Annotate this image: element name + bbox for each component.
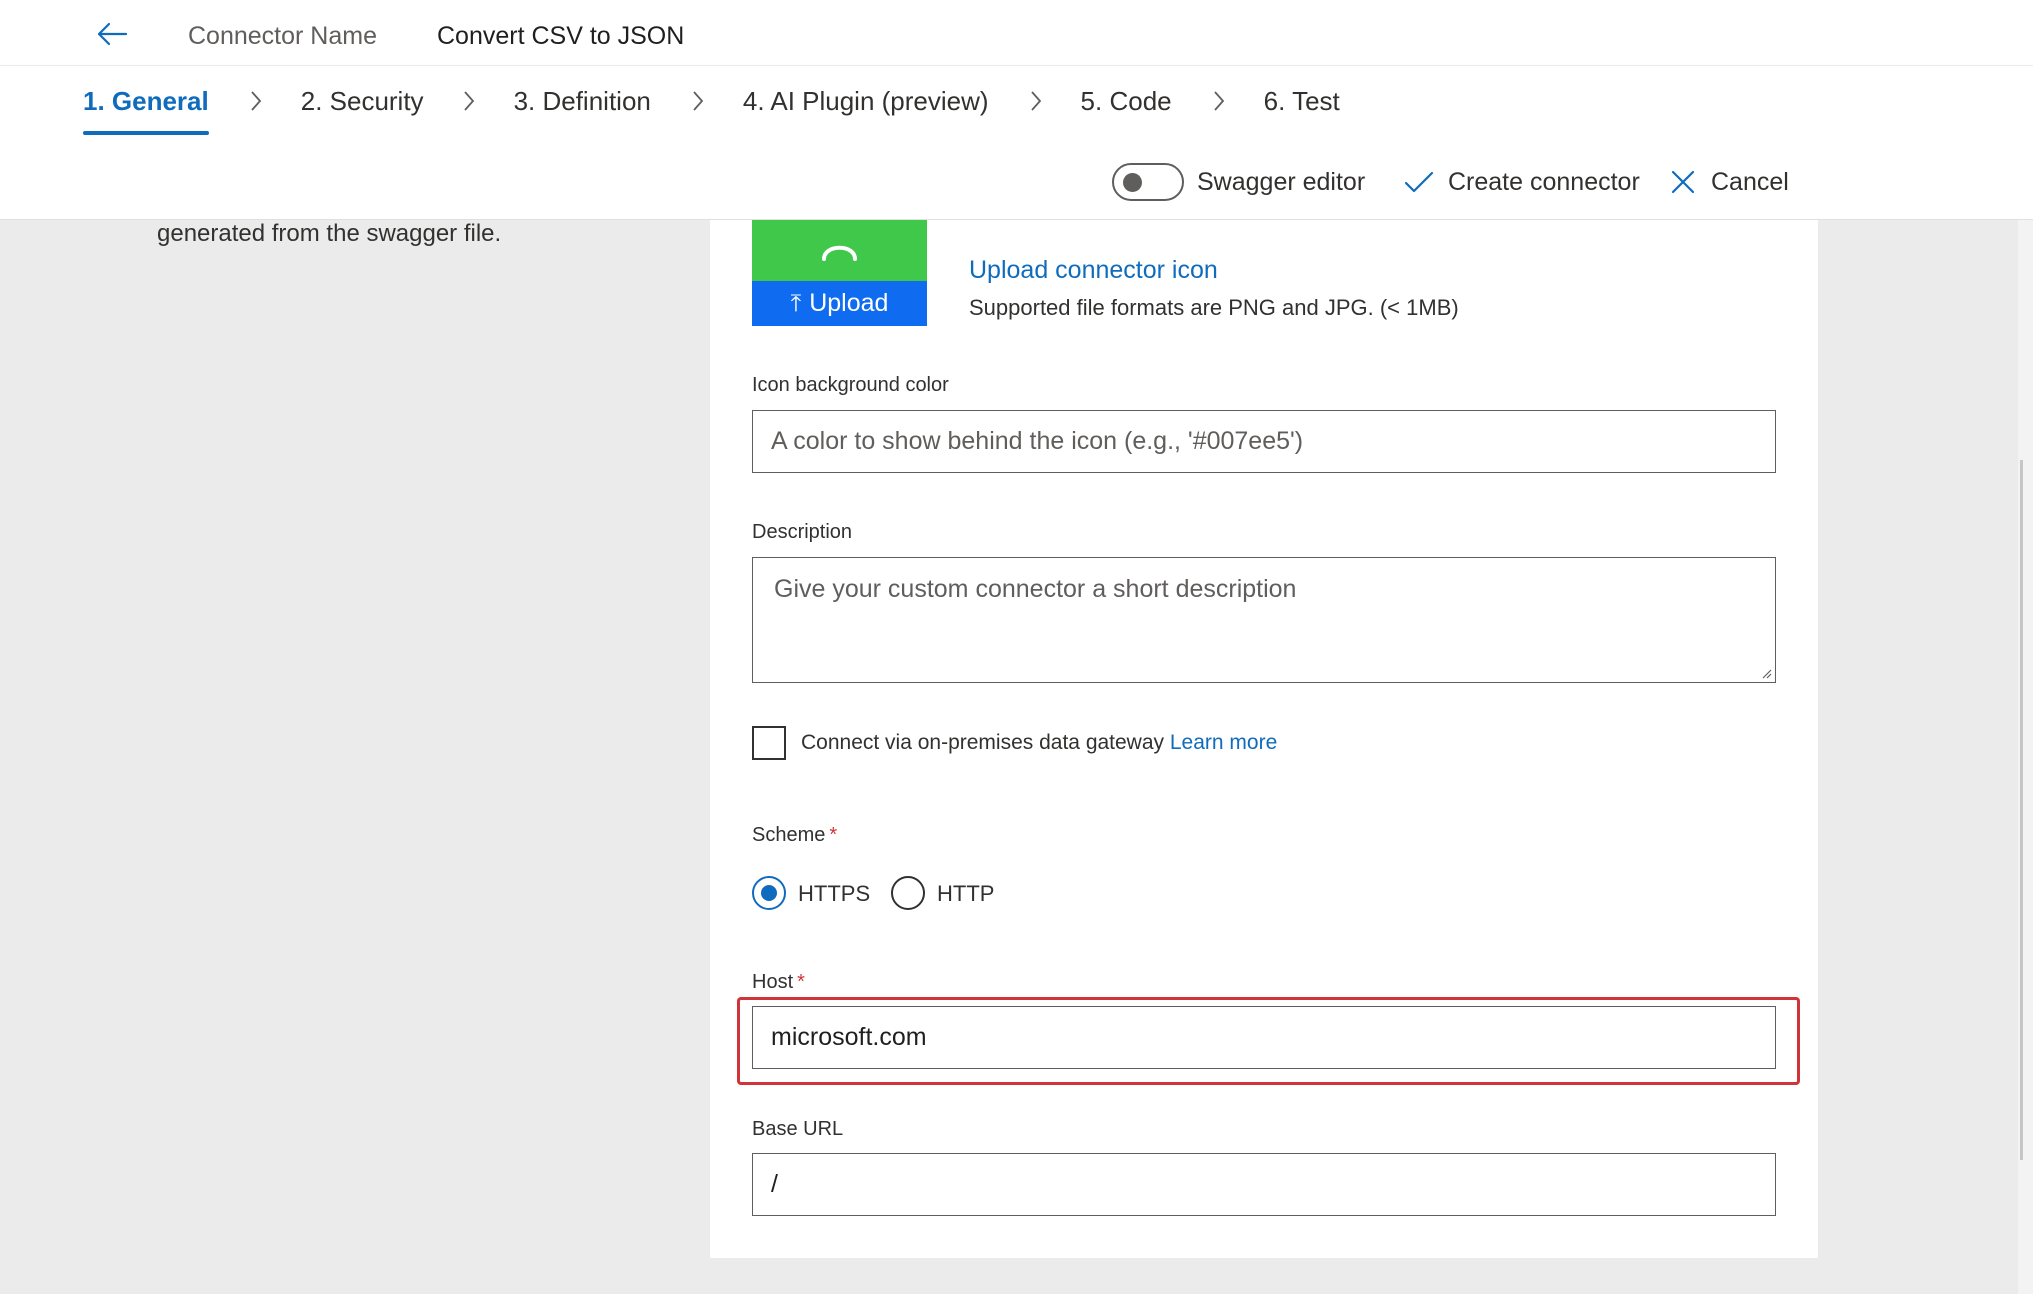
connector-header: Connector Name Convert CSV to JSON 1. Ge… [0, 0, 2033, 220]
chevron-right-icon [689, 86, 707, 116]
page-scrollbar[interactable] [2018, 220, 2033, 1294]
required-marker: * [829, 824, 838, 846]
gateway-checkbox[interactable] [752, 726, 786, 760]
create-connector-label: Create connector [1448, 167, 1640, 196]
highlight-box [737, 997, 1800, 1085]
required-marker: * [797, 971, 805, 993]
upload-format-hint: Supported file formats are PNG and JPG. … [969, 295, 1459, 320]
chevron-right-icon [1210, 86, 1228, 116]
swagger-editor-label: Swagger editor [1197, 168, 1366, 196]
upload-connector-icon-link[interactable]: Upload connector icon [969, 256, 1218, 285]
scheme-http-label: HTTP [937, 881, 995, 906]
description-textarea[interactable]: Give your custom connector a short descr… [752, 557, 1776, 683]
scheme-label-text: Scheme [752, 824, 826, 846]
create-connector-button[interactable]: Create connector [1404, 163, 1640, 201]
upload-arrow-icon: ⤒ [790, 289, 802, 317]
icon-background [752, 220, 927, 281]
icon-bg-color-input[interactable]: A color to show behind the icon (e.g., '… [752, 410, 1776, 473]
connector-icon [822, 245, 857, 261]
base-url-input[interactable]: / [752, 1153, 1776, 1216]
swagger-editor-toggle[interactable] [1112, 163, 1184, 201]
back-button[interactable] [92, 14, 132, 54]
scheme-https-label: HTTPS [798, 881, 871, 906]
chevron-right-icon [1027, 86, 1045, 116]
cancel-label: Cancel [1711, 167, 1789, 196]
radio-selected-dot [761, 885, 777, 901]
resize-grip-icon[interactable] [1760, 667, 1772, 679]
tab-code[interactable]: 5. Code [1081, 86, 1172, 135]
upload-button-label: Upload [809, 289, 889, 317]
toggle-knob [1123, 173, 1142, 192]
description-label: Description [752, 521, 853, 543]
connector-name-value[interactable]: Convert CSV to JSON [437, 22, 684, 51]
gateway-label-text: Connect via on-premises data gateway [801, 731, 1165, 754]
chevron-right-icon [247, 86, 265, 116]
description-placeholder: Give your custom connector a short descr… [774, 575, 1297, 603]
back-arrow-icon [97, 22, 128, 46]
section-description: generated from the swagger file. [157, 220, 502, 247]
tab-ai-plugin[interactable]: 4. AI Plugin (preview) [743, 86, 989, 135]
icon-bg-color-placeholder: A color to show behind the icon (e.g., '… [771, 427, 1304, 455]
scheme-label: Scheme * [752, 824, 837, 847]
close-icon [1671, 170, 1695, 194]
upload-button[interactable]: ⤒ Upload [752, 281, 927, 326]
gateway-label: Connect via on-premises data gateway Lea… [801, 731, 1277, 755]
base-url-label: Base URL [752, 1118, 844, 1140]
host-label-text: Host [752, 971, 794, 993]
host-label: Host * [752, 971, 805, 994]
icon-bg-color-label: Icon background color [752, 374, 949, 396]
connector-name-label: Connector Name [188, 22, 377, 50]
base-url-value: / [771, 1170, 778, 1198]
tab-definition[interactable]: 3. Definition [514, 86, 651, 135]
scrollbar-thumb[interactable] [2020, 460, 2023, 1160]
learn-more-link[interactable]: Learn more [1170, 731, 1277, 754]
scheme-http-radio[interactable] [891, 876, 925, 910]
checkmark-icon [1404, 171, 1434, 193]
tab-general[interactable]: 1. General [83, 86, 209, 135]
connector-icon-preview: ⤒ Upload [752, 220, 927, 326]
title-bar: Connector Name Convert CSV to JSON [0, 0, 2033, 66]
tab-security[interactable]: 2. Security [301, 86, 424, 135]
scheme-https-radio[interactable] [752, 876, 786, 910]
chevron-right-icon [460, 86, 478, 116]
cancel-button[interactable]: Cancel [1671, 163, 1789, 201]
wizard-steps: 1. General 2. Security 3. Definition 4. … [83, 86, 1340, 146]
tab-test[interactable]: 6. Test [1264, 86, 1340, 135]
